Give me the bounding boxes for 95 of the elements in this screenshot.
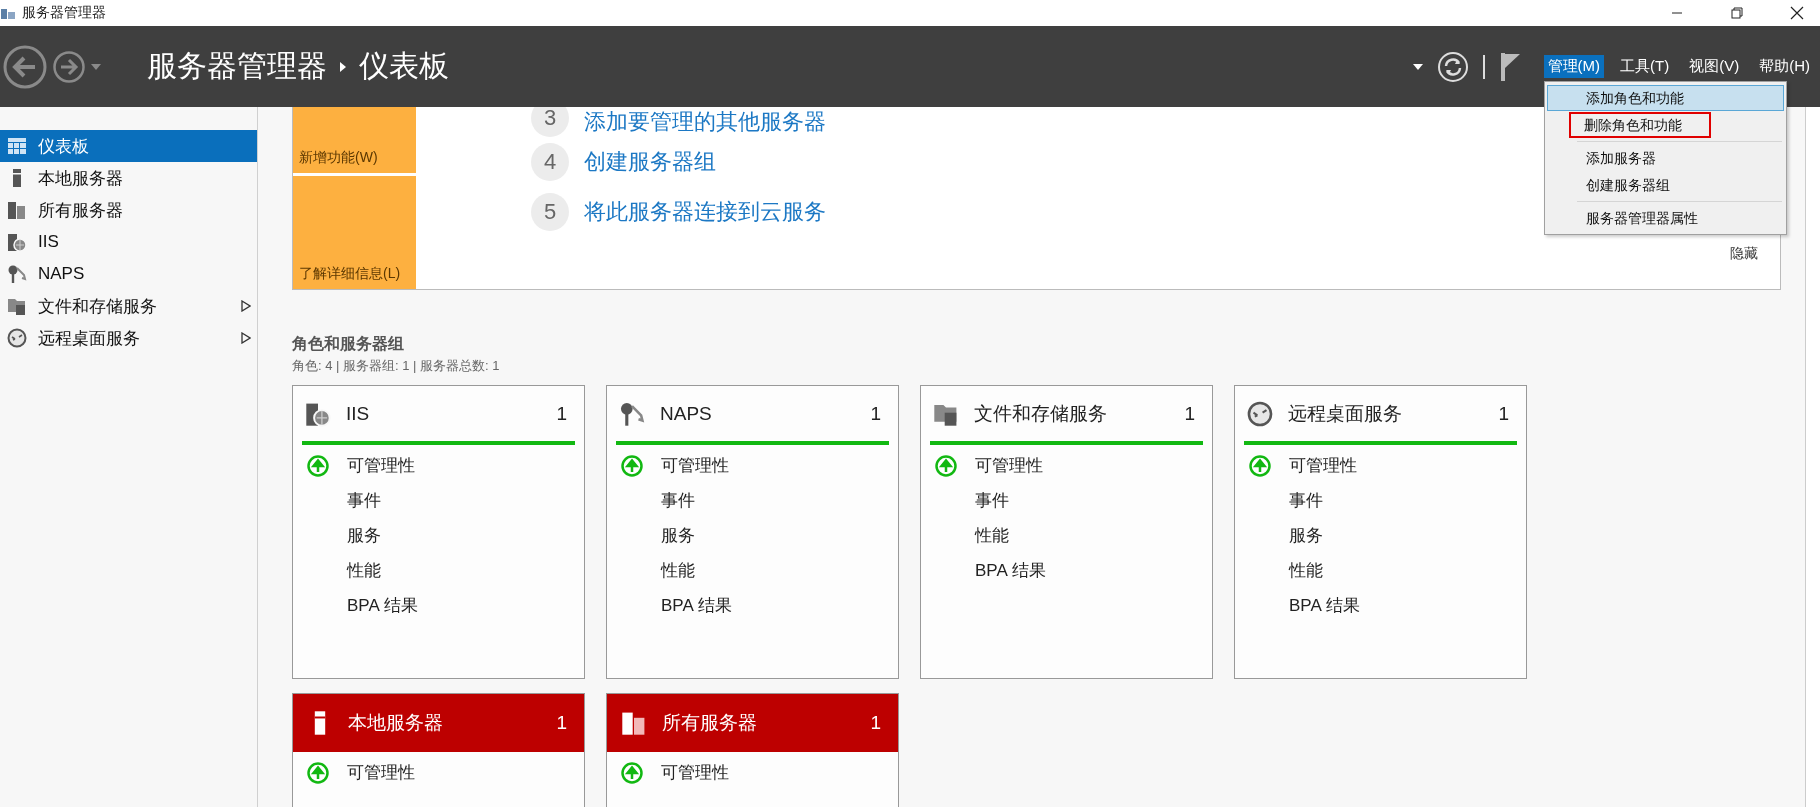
tile-row-link[interactable]: BPA 结果 <box>1289 594 1360 617</box>
servers-icon <box>7 200 27 220</box>
sidebar-item[interactable]: 文件和存储服务 <box>0 290 257 322</box>
remote-desktop-icon <box>7 328 27 348</box>
role-tile[interactable]: IIS 1 可管理性 事件 服务 性能 BPA 结果 <box>292 385 585 679</box>
quick-start-tile[interactable]: 新增功能(W) <box>293 107 416 173</box>
sidebar-label: 所有服务器 <box>38 199 124 222</box>
menu-option[interactable]: 删除角色和功能 <box>1568 112 1711 138</box>
grid-icon <box>7 136 27 156</box>
step-number: 3 <box>531 107 569 137</box>
sidebar-item[interactable]: 仪表板 <box>0 130 257 162</box>
tile-title: NAPS <box>660 402 713 425</box>
quick-start-tile[interactable]: 了解详细信息(L) <box>293 176 416 289</box>
sidebar-item[interactable]: 所有服务器 <box>0 194 257 226</box>
expand-arrow-icon[interactable] <box>241 332 251 344</box>
expand-arrow-icon[interactable] <box>241 300 251 312</box>
tile-row-link[interactable]: 可管理性 <box>347 454 415 477</box>
section-title: 角色和服务器组 <box>292 334 405 354</box>
step-link[interactable]: 创建服务器组 <box>584 147 716 177</box>
tile-row-link[interactable]: 服务 <box>1289 524 1323 547</box>
window-title: 服务器管理器 <box>22 4 107 22</box>
sidebar-item[interactable]: 远程桌面服务 <box>0 322 257 354</box>
tile-row-link[interactable]: 事件 <box>1289 489 1323 512</box>
menu-option[interactable]: 创建服务器组 <box>1546 172 1784 198</box>
tile-count: 1 <box>1184 402 1195 425</box>
menu-item[interactable]: 工具(T) <box>1616 55 1674 78</box>
tile-title: 所有服务器 <box>662 711 758 735</box>
role-tile[interactable]: 文件和存储服务 1 可管理性 事件 性能 BPA 结果 <box>920 385 1213 679</box>
hide-link[interactable]: 隐藏 <box>1730 245 1758 263</box>
sidebar-label: IIS <box>38 232 60 252</box>
tile-row-link[interactable]: 事件 <box>347 489 381 512</box>
sidebar-item[interactable]: NAPS <box>0 258 257 290</box>
sidebar-item[interactable]: IIS <box>0 226 257 258</box>
step-link[interactable]: 添加要管理的其他服务器 <box>584 107 826 137</box>
tile-row-link[interactable]: 可管理性 <box>661 454 729 477</box>
breadcrumb-arrow-icon <box>339 61 347 72</box>
sidebar-item[interactable]: 本地服务器 <box>0 162 257 194</box>
step-number: 4 <box>531 143 569 181</box>
keys-icon <box>7 264 27 284</box>
tile-title: IIS <box>346 402 371 425</box>
menu-item[interactable]: 视图(V) <box>1685 55 1744 78</box>
divider-bar <box>1482 54 1486 79</box>
caret-icon[interactable] <box>1412 63 1423 70</box>
back-button[interactable] <box>2 43 48 90</box>
tile-row-link[interactable]: 性能 <box>1289 559 1323 582</box>
tile-row-link[interactable]: 事件 <box>975 489 1009 512</box>
sidebar-label: 本地服务器 <box>38 167 124 190</box>
role-tile[interactable]: 所有服务器 1 可管理性 <box>606 693 899 807</box>
role-tile[interactable]: NAPS 1 可管理性 事件 服务 性能 BPA 结果 <box>606 385 899 679</box>
flag-icon[interactable] <box>1499 51 1522 82</box>
remote-desktop-icon <box>1247 400 1273 427</box>
tile-row-link[interactable]: 服务 <box>661 524 695 547</box>
folder-icon <box>7 296 27 316</box>
menu-option[interactable]: 服务器管理器属性 <box>1546 205 1784 231</box>
tile-row-link[interactable]: 事件 <box>661 489 695 512</box>
keys-icon <box>619 400 645 427</box>
tile-row-link[interactable]: 可管理性 <box>975 454 1043 477</box>
menu-item[interactable]: 管理(M) <box>1543 55 1604 78</box>
step-link[interactable]: 将此服务器连接到云服务 <box>584 197 826 227</box>
tile-row-link[interactable]: BPA 结果 <box>975 559 1046 582</box>
step-number: 5 <box>531 193 569 231</box>
tile-row-link[interactable]: 性能 <box>347 559 381 582</box>
tile-title: 本地服务器 <box>348 711 444 735</box>
tile-row-link[interactable]: 可管理性 <box>1289 454 1357 477</box>
globe-server-icon <box>7 232 27 252</box>
tile-row-link[interactable]: 性能 <box>975 524 1009 547</box>
tile-row-link[interactable]: 可管理性 <box>661 761 729 784</box>
tile-count: 1 <box>870 402 881 425</box>
breadcrumb-item: 仪表板 <box>359 48 449 84</box>
tile-count: 1 <box>1498 402 1509 425</box>
tile-count: 1 <box>870 712 881 734</box>
forward-button[interactable] <box>52 49 86 84</box>
refresh-icon[interactable] <box>1436 50 1469 83</box>
role-tile[interactable]: 本地服务器 1 可管理性 <box>292 693 585 807</box>
sidebar-label: 远程桌面服务 <box>38 327 141 350</box>
sidebar-label: 文件和存储服务 <box>38 295 158 318</box>
tile-row-link[interactable]: 性能 <box>661 559 695 582</box>
breadcrumb-item[interactable]: 服务器管理器 <box>147 46 327 87</box>
tile-count: 1 <box>556 712 567 734</box>
menu-option[interactable]: 添加角色和功能 <box>1546 85 1784 111</box>
tile-row-link[interactable]: 服务 <box>347 524 381 547</box>
tile-row-link[interactable]: BPA 结果 <box>661 594 732 617</box>
menu-option[interactable]: 添加服务器 <box>1546 145 1784 171</box>
tile-title: 远程桌面服务 <box>1288 401 1403 426</box>
menu-item[interactable]: 帮助(H) <box>1755 55 1814 78</box>
tile-count: 1 <box>556 402 567 425</box>
section-summary: 角色: 4 | 服务器组: 1 | 服务器总数: 1 <box>292 357 501 375</box>
servers-icon <box>621 710 647 736</box>
sidebar-label: NAPS <box>38 264 86 284</box>
app-icon <box>0 6 16 20</box>
tile-title: 文件和存储服务 <box>974 401 1108 426</box>
tile-row-link[interactable]: 可管理性 <box>347 761 415 784</box>
sidebar-label: 仪表板 <box>38 135 90 158</box>
role-tile[interactable]: 远程桌面服务 1 可管理性 事件 服务 性能 BPA 结果 <box>1234 385 1527 679</box>
tile-row-link[interactable]: BPA 结果 <box>347 594 418 617</box>
